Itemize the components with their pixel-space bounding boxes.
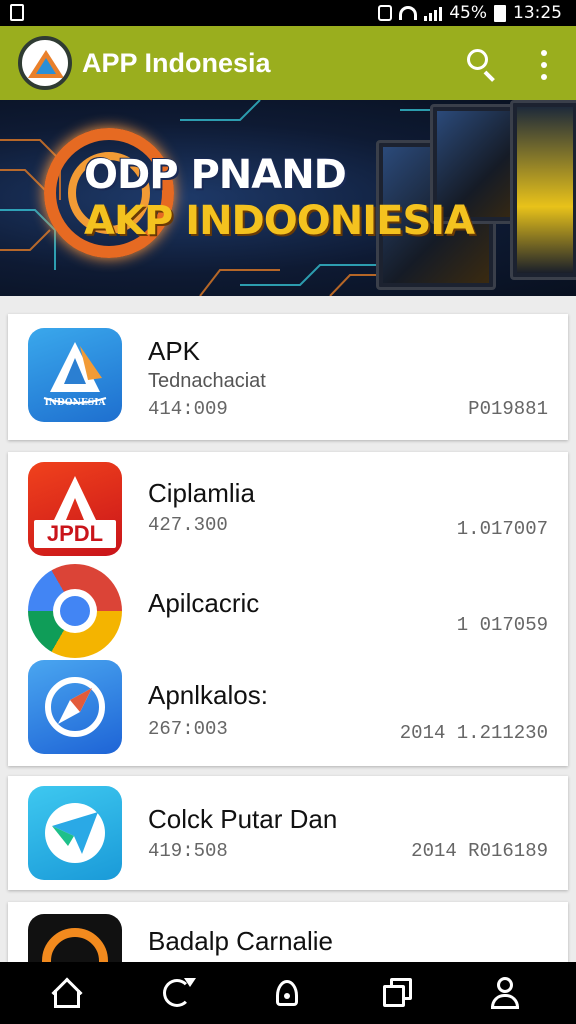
battery-icon <box>494 4 506 22</box>
triangle-logo-icon[interactable] <box>18 36 72 90</box>
bottom-navigation <box>0 962 576 1024</box>
icon-caption: INDONESIA <box>44 398 106 408</box>
list-item[interactable]: JPDL Ciplamlia 427.300 1.017007 <box>8 452 568 556</box>
app-card[interactable]: Colck Putar Dan 419:508 2014 R016189 <box>8 776 568 890</box>
app-title: Apilcacric <box>148 588 260 618</box>
app-bar: APP Indonesia <box>0 26 576 100</box>
chrome-icon[interactable] <box>28 564 122 658</box>
app-subtitle: Tednachaciat <box>148 370 266 392</box>
app-title: Colck Putar Dan <box>148 804 338 834</box>
app-meta: 267:003 <box>148 718 228 740</box>
app-title: Ciplamlia <box>148 478 255 508</box>
home-icon[interactable] <box>50 976 84 1010</box>
icon-caption: JPDL <box>34 520 116 548</box>
list-item[interactable]: Apilcacric 1 017059 <box>8 556 568 658</box>
apk-mountain-icon[interactable]: INDONESIA <box>28 328 122 422</box>
app-meta-right: 2014 R016189 <box>411 840 548 862</box>
battery-percent: 45% <box>449 3 487 23</box>
orange-ring-icon[interactable] <box>28 914 122 962</box>
vibrate-icon <box>378 5 393 21</box>
signal-icon <box>424 5 443 21</box>
monitor-graphic <box>510 100 576 280</box>
status-indicators: 45% 13:25 <box>378 2 562 24</box>
banner-headline: ODP PNAND <box>84 152 347 198</box>
wifi-icon <box>399 6 418 20</box>
promo-banner[interactable]: ODP PNAND AKP INDOONIESIA <box>0 100 576 296</box>
app-meta-right: 1 017059 <box>456 614 548 636</box>
status-bar: 45% 13:25 <box>0 0 576 26</box>
location-icon[interactable] <box>270 976 304 1010</box>
compass-icon[interactable] <box>28 660 122 754</box>
app-meta: 419:508 <box>148 840 228 862</box>
clock: 13:25 <box>513 3 562 23</box>
app-card-group: JPDL Ciplamlia 427.300 1.017007 Apilcacr… <box>8 452 568 766</box>
paper-plane-icon[interactable] <box>28 786 122 880</box>
app-title: APK <box>148 336 201 366</box>
app-card[interactable]: INDONESIA APK Tednachaciat 414:009 P0198… <box>8 314 568 440</box>
windows-icon[interactable] <box>380 976 414 1010</box>
more-vert-icon[interactable] <box>534 50 554 80</box>
red-a-icon[interactable]: JPDL <box>28 462 122 556</box>
list-item[interactable]: Apnlkalos: 267:003 2014 1.211230 <box>8 656 568 766</box>
app-meta: 414:009 <box>148 398 228 420</box>
app-title: Badalp Carnalie <box>148 926 334 956</box>
app-meta-right: 1.017007 <box>456 518 548 540</box>
profile-icon[interactable] <box>488 976 522 1010</box>
app-meta: 427.300 <box>148 514 228 536</box>
app-meta-right: P019881 <box>468 398 548 420</box>
refresh-icon[interactable] <box>160 976 196 1010</box>
app-title: Apnlkalos: <box>148 680 268 710</box>
app-card[interactable]: Badalp Carnalie <box>8 902 568 962</box>
search-icon[interactable] <box>464 46 500 82</box>
app-title: APP Indonesia <box>82 48 271 78</box>
sim-card-icon <box>10 4 24 21</box>
app-meta-right: 2014 1.211230 <box>399 722 548 744</box>
banner-subheadline: AKP INDOONIESIA <box>84 198 475 244</box>
